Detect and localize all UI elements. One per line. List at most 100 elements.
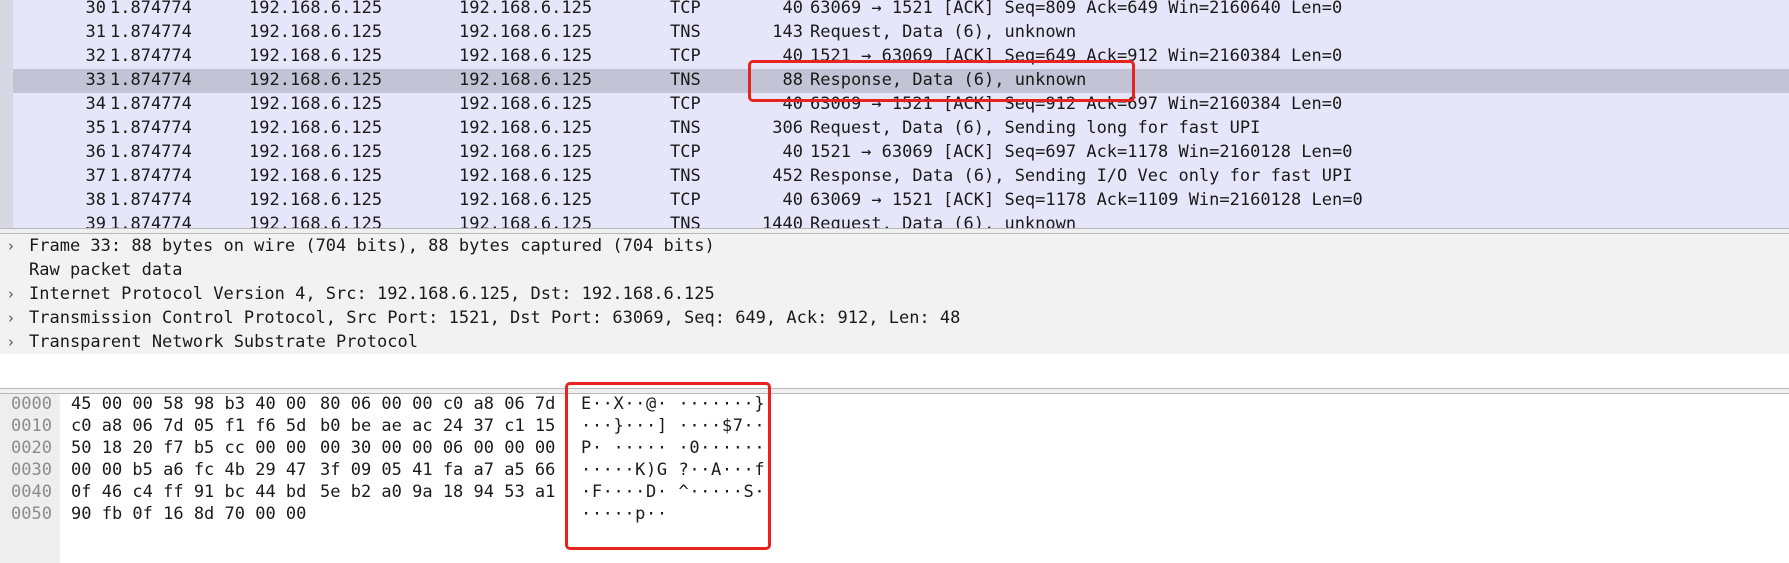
detail-text: Transmission Control Protocol, Src Port:… bbox=[29, 308, 961, 328]
detail-text: Frame 33: 88 bytes on wire (704 bits), 8… bbox=[29, 236, 715, 256]
chevron-right-icon[interactable]: › bbox=[8, 330, 22, 354]
packet-row[interactable]: 31 1.874774 192.168.6.125 192.168.6.125 TNS 1… bbox=[13, 21, 1789, 45]
packet-number: 30 bbox=[85, 0, 106, 18]
packet-protocol: TNS bbox=[670, 118, 701, 138]
packet-destination: 192.168.6.125 bbox=[459, 214, 593, 228]
packet-number: 37 bbox=[85, 166, 106, 186]
byte-offset: 0030 bbox=[11, 460, 52, 480]
packet-number: 32 bbox=[85, 46, 106, 66]
packet-destination: 192.168.6.125 bbox=[459, 70, 593, 90]
byte-offset: 0000 bbox=[11, 394, 52, 414]
packet-number: 38 bbox=[85, 190, 106, 210]
packet-source: 192.168.6.125 bbox=[249, 94, 383, 114]
packet-time: 1.874774 bbox=[110, 166, 192, 186]
detail-text: Transparent Network Substrate Protocol bbox=[29, 332, 418, 352]
hex-bytes: 00 30 00 00 06 00 00 00 bbox=[320, 438, 556, 458]
packet-row[interactable]: 37 1.874774 192.168.6.125 192.168.6.125 TNS 4… bbox=[13, 165, 1789, 189]
hex-bytes: 0f 46 c4 ff 91 bc 44 bd bbox=[71, 482, 307, 502]
detail-tree-item[interactable]: › Transmission Control Protocol, Src Port… bbox=[0, 306, 1789, 330]
detail-tree-item[interactable]: › Frame 33: 88 bytes on wire (704 bits), … bbox=[0, 234, 1789, 258]
detail-tree-item[interactable]: Raw packet data bbox=[0, 258, 1789, 282]
packet-time: 1.874774 bbox=[110, 118, 192, 138]
packet-destination: 192.168.6.125 bbox=[459, 142, 593, 162]
packet-info: 63069 → 1521 [ACK] Seq=809 Ack=649 Win=2… bbox=[810, 0, 1343, 18]
detail-tree-item[interactable]: › Internet Protocol Version 4, Src: 192.1… bbox=[0, 282, 1789, 306]
hex-bytes: 90 fb 0f 16 8d 70 00 00 bbox=[71, 504, 307, 524]
packet-row[interactable]: 33 1.874774 192.168.6.125 192.168.6.125 TNS 8… bbox=[13, 69, 1789, 93]
ascii-bytes: E··X··@· ·······} bbox=[581, 394, 766, 414]
ascii-bytes: ·····K)G ?··A···f bbox=[581, 460, 766, 480]
byte-offset: 0020 bbox=[11, 438, 52, 458]
packet-protocol: TNS bbox=[670, 214, 701, 228]
packet-source: 192.168.6.125 bbox=[249, 214, 383, 228]
packet-length: 1440 bbox=[762, 214, 803, 228]
hex-bytes: 50 18 20 f7 b5 cc 00 00 bbox=[71, 438, 307, 458]
packet-time: 1.874774 bbox=[110, 0, 192, 18]
chevron-right-icon[interactable]: › bbox=[8, 306, 22, 330]
packet-number: 33 bbox=[85, 70, 106, 90]
packet-number: 35 bbox=[85, 118, 106, 138]
hex-bytes: 45 00 00 58 98 b3 40 00 bbox=[71, 394, 307, 414]
packet-time: 1.874774 bbox=[110, 70, 192, 90]
packet-number: 31 bbox=[85, 22, 106, 42]
packet-list[interactable]: 30 1.874774 192.168.6.125 192.168.6.125 TCP 4… bbox=[0, 0, 1789, 228]
packet-protocol: TCP bbox=[670, 94, 701, 114]
packet-time: 1.874774 bbox=[110, 22, 192, 42]
packet-source: 192.168.6.125 bbox=[249, 0, 383, 18]
packet-protocol: TNS bbox=[670, 166, 701, 186]
packet-source: 192.168.6.125 bbox=[249, 118, 383, 138]
hex-bytes: 5e b2 a0 9a 18 94 53 a1 bbox=[320, 482, 556, 502]
packet-row[interactable]: 38 1.874774 192.168.6.125 192.168.6.125 TCP 4… bbox=[13, 189, 1789, 213]
packet-destination: 192.168.6.125 bbox=[459, 94, 593, 114]
chevron-right-icon[interactable]: › bbox=[8, 234, 22, 258]
packet-protocol: TCP bbox=[670, 46, 701, 66]
detail-text: Raw packet data bbox=[29, 260, 183, 280]
packet-info: 63069 → 1521 [ACK] Seq=1178 Ack=1109 Win… bbox=[810, 190, 1363, 210]
packet-destination: 192.168.6.125 bbox=[459, 166, 593, 186]
detail-text: Internet Protocol Version 4, Src: 192.16… bbox=[29, 284, 715, 304]
packet-row[interactable]: 30 1.874774 192.168.6.125 192.168.6.125 TCP 4… bbox=[13, 0, 1789, 21]
packet-info: 63069 → 1521 [ACK] Seq=912 Ack=697 Win=2… bbox=[810, 94, 1343, 114]
packet-number: 39 bbox=[85, 214, 106, 228]
detail-tree-item[interactable]: › Transparent Network Substrate Protocol bbox=[0, 330, 1789, 354]
packet-info: Request, Data (6), unknown bbox=[810, 214, 1077, 228]
packet-protocol: TNS bbox=[670, 70, 701, 90]
packet-destination: 192.168.6.125 bbox=[459, 22, 593, 42]
ascii-bytes: ···}···] ····$7·· bbox=[581, 416, 766, 436]
packet-bytes[interactable]: 0000 45 00 00 58 98 b3 40 00 80 06 00 00 c… bbox=[0, 394, 1789, 563]
packet-source: 192.168.6.125 bbox=[249, 190, 383, 210]
packet-row[interactable]: 36 1.874774 192.168.6.125 192.168.6.125 TCP 4… bbox=[13, 141, 1789, 165]
packet-time: 1.874774 bbox=[110, 94, 192, 114]
packet-row[interactable]: 39 1.874774 192.168.6.125 192.168.6.125 TNS 1… bbox=[13, 213, 1789, 228]
packet-row[interactable]: 35 1.874774 192.168.6.125 192.168.6.125 TNS 3… bbox=[13, 117, 1789, 141]
hex-bytes: 00 00 b5 a6 fc 4b 29 47 bbox=[71, 460, 307, 480]
hex-bytes: c0 a8 06 7d 05 f1 f6 5d bbox=[71, 416, 307, 436]
packet-destination: 192.168.6.125 bbox=[459, 0, 593, 18]
byte-offset: 0040 bbox=[11, 482, 52, 502]
ascii-bytes: ·····p·· bbox=[581, 504, 668, 524]
packet-destination: 192.168.6.125 bbox=[459, 46, 593, 66]
packet-protocol: TNS bbox=[670, 22, 701, 42]
packet-length: 40 bbox=[782, 0, 803, 18]
packet-info: 1521 → 63069 [ACK] Seq=649 Ack=912 Win=2… bbox=[810, 46, 1343, 66]
packet-time: 1.874774 bbox=[110, 46, 192, 66]
packet-row[interactable]: 32 1.874774 192.168.6.125 192.168.6.125 TCP 4… bbox=[13, 45, 1789, 69]
packet-length: 452 bbox=[772, 166, 803, 186]
packet-protocol: TCP bbox=[670, 190, 701, 210]
packet-source: 192.168.6.125 bbox=[249, 70, 383, 90]
packet-source: 192.168.6.125 bbox=[249, 166, 383, 186]
packet-time: 1.874774 bbox=[110, 214, 192, 228]
packet-length: 88 bbox=[782, 70, 803, 90]
packet-number: 34 bbox=[85, 94, 106, 114]
packet-length: 40 bbox=[782, 46, 803, 66]
packet-length: 306 bbox=[772, 118, 803, 138]
packet-length: 143 bbox=[772, 22, 803, 42]
packet-info: Response, Data (6), unknown bbox=[810, 70, 1087, 90]
packet-info: Response, Data (6), Sending I/O Vec only… bbox=[810, 166, 1353, 186]
packet-row[interactable]: 34 1.874774 192.168.6.125 192.168.6.125 TCP 4… bbox=[13, 93, 1789, 117]
byte-offset: 0050 bbox=[11, 504, 52, 524]
packet-destination: 192.168.6.125 bbox=[459, 118, 593, 138]
packet-details[interactable]: › Frame 33: 88 bytes on wire (704 bits), … bbox=[0, 234, 1789, 388]
ascii-bytes: ·F····D· ^·····S· bbox=[581, 482, 766, 502]
chevron-right-icon[interactable]: › bbox=[8, 282, 22, 306]
